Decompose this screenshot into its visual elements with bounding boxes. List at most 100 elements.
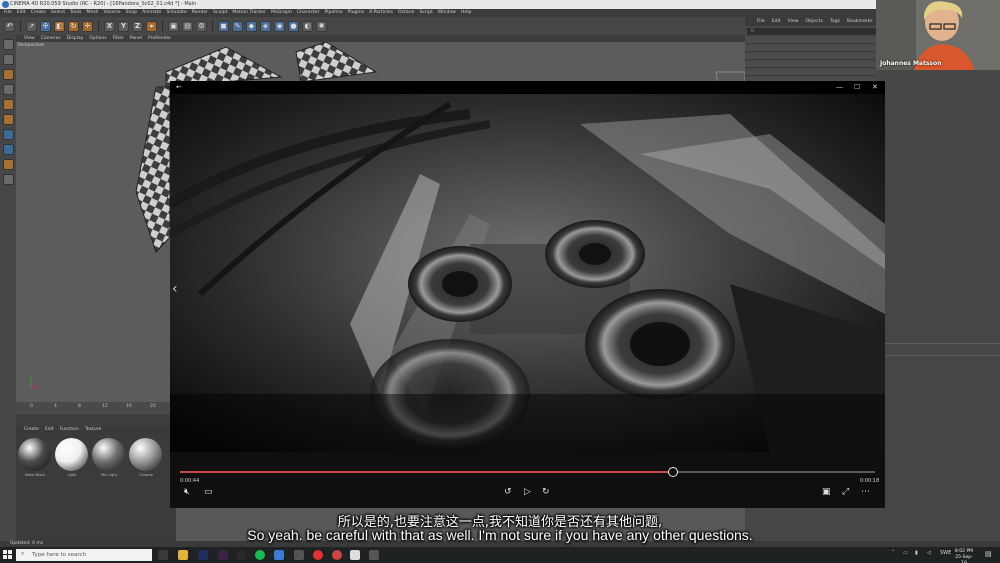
c4d-menu-item-8[interactable]: Animate [142, 9, 161, 17]
c4d-menu-item-21[interactable]: Help [461, 9, 471, 17]
viewport-menu-item-0[interactable]: View [24, 35, 35, 42]
object-search-field[interactable]: 0 [747, 28, 877, 35]
object-row[interactable] [745, 53, 875, 60]
spotify-icon[interactable] [255, 550, 265, 560]
c4d-menu-item-1[interactable]: Edit [17, 9, 26, 17]
material-menu-item-1[interactable]: Edit [45, 426, 54, 434]
photoshop-icon[interactable] [198, 550, 208, 560]
c4d-menu-item-13[interactable]: MoGraph [271, 9, 292, 17]
video-frame[interactable] [170, 94, 885, 452]
c4d-menu-item-5[interactable]: Mesh [86, 9, 98, 17]
subtitles-icon[interactable]: ▭ [204, 487, 213, 497]
taskbar-search-box[interactable]: Type here to search [16, 549, 152, 561]
c4d-menu-item-11[interactable]: Sculpt [213, 9, 227, 17]
recent-tool-icon[interactable]: ✛ [82, 20, 93, 32]
object-menu-item-3[interactable]: Objects [806, 17, 823, 26]
fullscreen-icon[interactable]: ⤢ [842, 487, 849, 497]
c4d-menu-item-9[interactable]: Simulate [166, 9, 186, 17]
minimize-button[interactable]: — [836, 83, 843, 92]
cube-object-icon[interactable]: ◼ [218, 20, 229, 32]
c4d-menu-item-14[interactable]: Character [297, 9, 320, 17]
c4d-menu-item-17[interactable]: X-Particles [369, 9, 393, 17]
workplane-icon[interactable] [2, 84, 14, 95]
premiere-icon[interactable] [218, 550, 228, 560]
cinema4d-icon[interactable] [274, 550, 284, 560]
play-icon[interactable]: ▷ [524, 487, 531, 497]
object-row[interactable] [745, 69, 875, 76]
c4d-menu-item-18[interactable]: Octane [398, 9, 415, 17]
viewport-menu-item-6[interactable]: ProRender [148, 35, 171, 42]
windows-start-icon[interactable] [3, 550, 12, 559]
app-icon[interactable] [369, 550, 379, 560]
back-arrow-icon[interactable]: ← [176, 83, 182, 92]
polygons-mode-icon[interactable] [2, 129, 14, 140]
task-view-icon[interactable] [158, 550, 168, 560]
rotate-tool-icon[interactable]: ↻ [68, 20, 79, 32]
object-row[interactable] [745, 37, 875, 44]
make-editable-icon[interactable] [2, 39, 14, 50]
close-button[interactable]: ✕ [872, 83, 878, 92]
object-menu-item-0[interactable]: File [757, 17, 765, 26]
environment-icon[interactable]: ● [288, 20, 299, 32]
object-menu-item-2[interactable]: View [788, 17, 799, 26]
viewport-menu-item-5[interactable]: Panel [130, 35, 142, 42]
render-view-icon[interactable]: ▣ [168, 20, 179, 32]
taskbar-clock[interactable]: 8:02 PM 25-Sep-19 [953, 549, 975, 563]
snap-icon[interactable] [2, 144, 14, 155]
seek-thumb[interactable] [668, 467, 678, 477]
y-axis-lock-icon[interactable]: Y [118, 20, 129, 32]
volume-mute-icon[interactable]: 🔇︎ [184, 487, 190, 497]
array-icon[interactable]: ◈ [260, 20, 271, 32]
object-menu-item-1[interactable]: Edit [772, 17, 781, 26]
texture-mode-icon[interactable] [2, 69, 14, 80]
file-explorer-icon[interactable] [178, 550, 188, 560]
material-menu-item-2[interactable]: Function [60, 426, 79, 434]
model-mode-icon[interactable] [2, 54, 14, 65]
tray-chevron-icon[interactable]: ˄ [892, 550, 895, 556]
material-preview[interactable] [129, 438, 162, 471]
c4d-menu-item-19[interactable]: Script [419, 9, 432, 17]
c4d-menu-item-10[interactable]: Render [192, 9, 208, 17]
notifications-icon[interactable]: ▤ [985, 550, 992, 558]
z-axis-lock-icon[interactable]: Z [132, 20, 143, 32]
camera-icon[interactable]: ◐ [302, 20, 313, 32]
material-menu-item-0[interactable]: Create [24, 426, 39, 434]
c4d-menu-item-4[interactable]: Tools [70, 9, 81, 17]
movies-tv-icon[interactable] [350, 550, 360, 560]
mini-view-icon[interactable]: ▣ [822, 487, 831, 497]
network-icon[interactable]: ▭ [903, 550, 908, 556]
coordinate-system-icon[interactable]: ⌖ [146, 20, 157, 32]
c4d-menu-item-2[interactable]: Create [31, 9, 46, 17]
viewport-menu-item-3[interactable]: Options [89, 35, 106, 42]
c4d-menu-item-0[interactable]: File [4, 9, 12, 17]
obs-icon[interactable] [236, 550, 246, 560]
light-icon[interactable]: ✺ [316, 20, 327, 32]
edges-mode-icon[interactable] [2, 114, 14, 125]
viewport-menu-item-4[interactable]: Filter [113, 35, 124, 42]
object-row[interactable] [745, 61, 875, 68]
battery-icon[interactable]: ▮ [915, 550, 918, 556]
chrome-profile-icon[interactable] [332, 550, 342, 560]
undo-icon[interactable]: ↶ [4, 20, 15, 32]
render-picture-viewer-icon[interactable]: ▤ [182, 20, 193, 32]
rewind-10-icon[interactable]: ↺ [504, 487, 512, 497]
c4d-menu-item-12[interactable]: Motion Tracker [232, 9, 266, 17]
pen-spline-icon[interactable]: ✎ [232, 20, 243, 32]
seek-bar[interactable] [180, 467, 875, 477]
object-menu-item-4[interactable]: Tags [830, 17, 840, 26]
points-mode-icon[interactable] [2, 99, 14, 110]
solo-mode-icon[interactable] [2, 174, 14, 185]
forward-30-icon[interactable]: ↻ [542, 487, 550, 497]
c4d-menu-item-16[interactable]: Plugins [348, 9, 364, 17]
material-preview[interactable] [18, 438, 51, 471]
maximize-button[interactable]: ☐ [854, 83, 860, 92]
language-indicator[interactable]: SWE [940, 550, 951, 556]
more-icon[interactable]: ⋯ [861, 487, 870, 497]
material-preview[interactable] [92, 438, 125, 471]
previous-chevron-icon[interactable]: ‹ [172, 281, 178, 297]
x-axis-lock-icon[interactable]: X [104, 20, 115, 32]
object-menu-item-5[interactable]: Bookmarks [847, 17, 873, 26]
c4d-menu-item-6[interactable]: Volume [103, 9, 120, 17]
deformer-icon[interactable]: ◉ [274, 20, 285, 32]
object-row[interactable] [745, 45, 875, 52]
